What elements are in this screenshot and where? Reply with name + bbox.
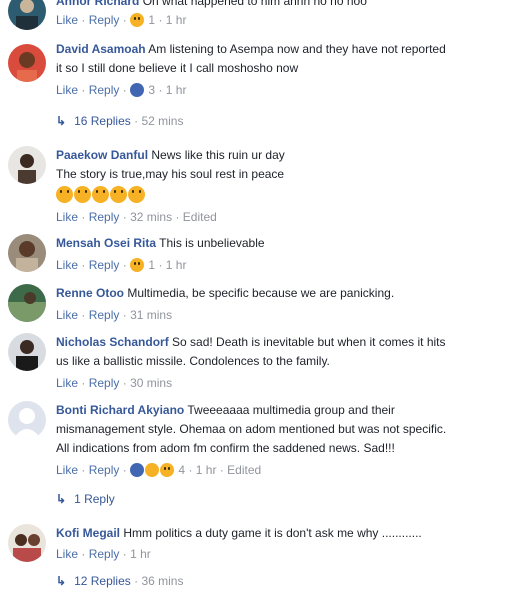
like-button[interactable]: Like <box>56 308 78 322</box>
sad-reaction-icon[interactable] <box>160 463 175 477</box>
edited-label[interactable]: Edited <box>227 463 261 477</box>
timestamp[interactable]: 31 mins <box>130 308 172 322</box>
view-replies-link[interactable]: ↳ 16 Replies · 52 mins <box>56 113 183 129</box>
comment-meta: Like · Reply · 30 mins <box>56 376 173 390</box>
comment-text: Am listening to Asempa now and they have… <box>148 42 446 56</box>
crying-emoji-icon <box>74 186 91 203</box>
like-reaction-icon[interactable] <box>130 83 145 97</box>
reaction-count[interactable]: 4 <box>178 463 185 477</box>
view-replies-link[interactable]: ↳ 1 Reply <box>56 491 115 507</box>
avatar[interactable] <box>8 284 46 322</box>
avatar[interactable] <box>8 0 46 30</box>
reply-button[interactable]: Reply <box>89 83 120 97</box>
comment-text: On what happened to him ahhh no no noo <box>142 0 367 8</box>
timestamp[interactable]: 1 hr <box>166 258 187 272</box>
avatar[interactable] <box>8 44 46 82</box>
wow-reaction-icon[interactable] <box>145 463 160 477</box>
comment-text-cont: All indications from adom fm confirm the… <box>56 441 395 455</box>
sad-reaction-icon[interactable] <box>130 13 145 27</box>
like-button[interactable]: Like <box>56 258 78 272</box>
reply-button[interactable]: Reply <box>89 376 120 390</box>
reaction-count[interactable]: 1 <box>148 13 155 27</box>
commenter-name[interactable]: Bonti Richard Akyiano <box>56 403 184 417</box>
timestamp[interactable]: 1 hr <box>196 463 217 477</box>
comment-text-cont: mismanagement style. Ohemaa on adom ment… <box>56 422 447 436</box>
comment-meta: Like · Reply · 32 mins · Edited <box>56 210 217 224</box>
timestamp[interactable]: 1 hr <box>166 13 187 27</box>
comment-text-cont: it so I still done believe it I call mos… <box>56 61 299 75</box>
like-button[interactable]: Like <box>56 13 78 27</box>
crying-emoji-icon <box>128 186 145 203</box>
like-button[interactable]: Like <box>56 463 78 477</box>
commenter-name[interactable]: Renne Otoo <box>56 286 124 300</box>
avatar[interactable] <box>8 333 46 371</box>
commenter-name[interactable]: Anhor Richard <box>56 0 139 8</box>
reaction-count[interactable]: 3 <box>148 83 155 97</box>
timestamp[interactable]: 1 hr <box>166 83 187 97</box>
reply-button[interactable]: Reply <box>89 547 120 561</box>
edited-label[interactable]: Edited <box>183 210 217 224</box>
comment-meta: Like · Reply · 3 · 1 hr <box>56 83 187 97</box>
reply-button[interactable]: Reply <box>89 210 120 224</box>
like-button[interactable]: Like <box>56 547 78 561</box>
avatar[interactable] <box>8 524 46 562</box>
comment-meta: Like · Reply · 4 · 1 hr · Edited <box>56 463 262 477</box>
reply-button[interactable]: Reply <box>89 258 120 272</box>
comment-text: News like this ruin ur day <box>151 148 285 162</box>
replies-timestamp: 36 mins <box>141 574 184 588</box>
comment-meta: Like · Reply · 1 · 1 hr <box>56 258 187 272</box>
avatar[interactable] <box>8 234 46 272</box>
avatar[interactable] <box>8 146 46 184</box>
comment-meta: Like · Reply · 31 mins <box>56 308 173 322</box>
comment-text-cont: The story is true,may his soul rest in p… <box>56 167 285 181</box>
sad-reaction-icon[interactable] <box>130 258 145 272</box>
commenter-name[interactable]: David Asamoah <box>56 42 146 56</box>
view-replies-link[interactable]: ↳ 12 Replies · 36 mins <box>56 573 183 589</box>
timestamp[interactable]: 30 mins <box>130 376 172 390</box>
comment-text: Tweeeaaaa multimedia group and their <box>187 403 395 417</box>
like-button[interactable]: Like <box>56 83 78 97</box>
replies-timestamp: 52 mins <box>141 114 184 128</box>
comment-text: Hmm politics a duty game it is don't ask… <box>123 526 422 540</box>
reply-button[interactable]: Reply <box>89 463 120 477</box>
avatar[interactable] <box>8 401 46 439</box>
reply-arrow-icon: ↳ <box>56 492 67 506</box>
comment-meta: Like · Reply · 1 hr <box>56 547 151 561</box>
reaction-count[interactable]: 1 <box>148 258 155 272</box>
commenter-name[interactable]: Paaekow Danful <box>56 148 148 162</box>
like-button[interactable]: Like <box>56 210 78 224</box>
comment-meta: Like · Reply · 1 · 1 hr <box>56 13 187 27</box>
reply-arrow-icon: ↳ <box>56 574 67 588</box>
crying-emoji-icon <box>92 186 109 203</box>
emoji-row <box>56 184 518 208</box>
commenter-name[interactable]: Nicholas Schandorf <box>56 335 169 349</box>
reply-button[interactable]: Reply <box>89 308 120 322</box>
comment-text-cont: us like a ballistic missile. Condolences… <box>56 354 330 368</box>
like-button[interactable]: Like <box>56 376 78 390</box>
like-reaction-icon[interactable] <box>130 463 145 477</box>
commenter-name[interactable]: Mensah Osei Rita <box>56 236 156 250</box>
commenter-name[interactable]: Kofi Megail <box>56 526 120 540</box>
crying-emoji-icon <box>56 186 73 203</box>
reply-button[interactable]: Reply <box>89 13 120 27</box>
reply-arrow-icon: ↳ <box>56 114 67 128</box>
crying-emoji-icon <box>110 186 127 203</box>
comment-text: This is unbelievable <box>159 236 265 250</box>
timestamp[interactable]: 1 hr <box>130 547 151 561</box>
comment-text: Multimedia, be specific because we are p… <box>127 286 395 300</box>
comment-text: So sad! Death is inevitable but when it … <box>172 335 446 349</box>
timestamp[interactable]: 32 mins <box>130 210 172 224</box>
